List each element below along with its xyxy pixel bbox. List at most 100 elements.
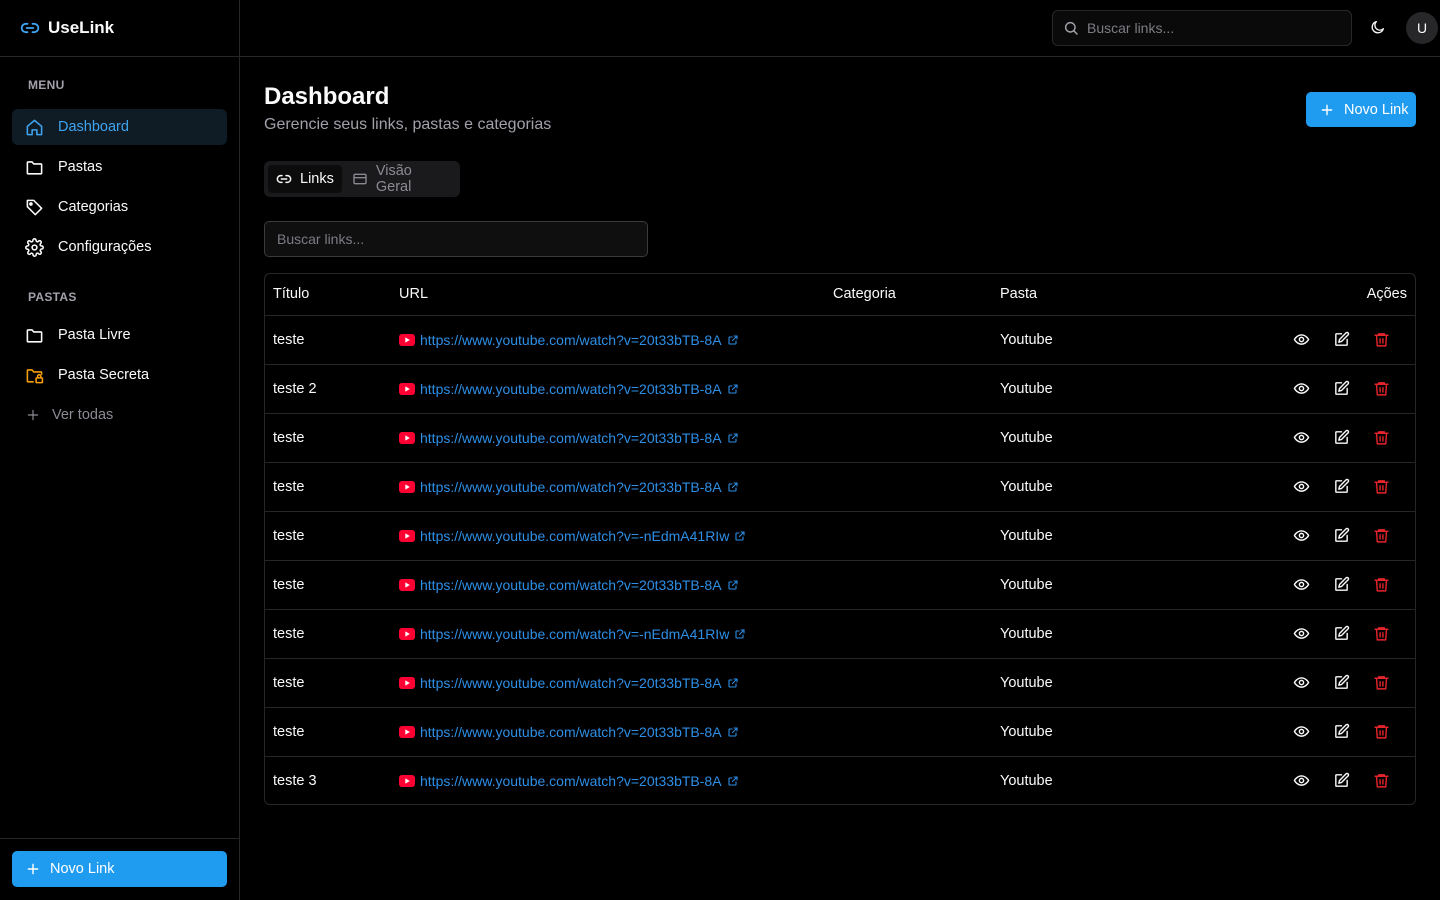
edit-icon[interactable] xyxy=(1331,624,1351,644)
eye-icon[interactable] xyxy=(1291,673,1311,693)
new-link-button[interactable]: Novo Link xyxy=(1306,92,1416,127)
links-filter[interactable] xyxy=(264,221,648,257)
link-url[interactable]: https://www.youtube.com/watch?v=20t33bTB… xyxy=(420,479,722,495)
sidebar-footer: Novo Link xyxy=(0,838,239,900)
sidebar-folder-pasta-livre[interactable]: Pasta Livre xyxy=(12,317,227,353)
trash-icon[interactable] xyxy=(1371,526,1391,546)
table-row: teste https://www.youtube.com/watch?v=-nE… xyxy=(265,609,1415,659)
edit-icon[interactable] xyxy=(1331,722,1351,742)
trash-icon[interactable] xyxy=(1371,771,1391,791)
eye-icon[interactable] xyxy=(1291,575,1311,595)
sidebar-folder-pasta-secreta[interactable]: Pasta Secreta xyxy=(12,357,227,393)
youtube-icon xyxy=(399,578,415,591)
link-url[interactable]: https://www.youtube.com/watch?v=-nEdmA41… xyxy=(420,626,729,642)
link-title: teste xyxy=(265,511,391,561)
tab-overview[interactable]: Visão Geral xyxy=(344,163,456,195)
link-title: teste xyxy=(265,609,391,659)
table-header-row: Título URL Categoria Pasta Ações xyxy=(265,274,1415,316)
youtube-icon xyxy=(399,529,415,542)
edit-icon[interactable] xyxy=(1331,428,1351,448)
eye-icon[interactable] xyxy=(1291,379,1311,399)
tab-links[interactable]: Links xyxy=(268,165,342,193)
row-actions xyxy=(1192,462,1415,512)
trash-icon[interactable] xyxy=(1371,330,1391,350)
links-table: Título URL Categoria Pasta Ações teste ht… xyxy=(264,273,1416,805)
brand[interactable]: UseLink xyxy=(0,0,239,57)
eye-icon[interactable] xyxy=(1291,526,1311,546)
column-header-actions: Ações xyxy=(1192,274,1415,316)
table-row: teste https://www.youtube.com/watch?v=-nE… xyxy=(265,511,1415,561)
edit-icon[interactable] xyxy=(1331,575,1351,595)
eye-icon[interactable] xyxy=(1291,771,1311,791)
link-url[interactable]: https://www.youtube.com/watch?v=20t33bTB… xyxy=(420,773,722,789)
link-url[interactable]: https://www.youtube.com/watch?v=20t33bTB… xyxy=(420,332,722,348)
edit-icon[interactable] xyxy=(1331,379,1351,399)
gear-icon xyxy=(24,237,44,257)
sidebar-item-dashboard[interactable]: Dashboard xyxy=(12,109,227,145)
url-cell: https://www.youtube.com/watch?v=20t33bTB… xyxy=(391,707,825,757)
home-icon xyxy=(24,117,44,137)
trash-icon[interactable] xyxy=(1371,477,1391,497)
link-url[interactable]: https://www.youtube.com/watch?v=20t33bTB… xyxy=(420,675,722,691)
page-subtitle: Gerencie seus links, pastas e categorias xyxy=(264,116,552,133)
column-header-folder: Pasta xyxy=(992,274,1192,316)
eye-icon[interactable] xyxy=(1291,624,1311,644)
table-row: teste 3 https://www.youtube.com/watch?v=2… xyxy=(265,756,1415,804)
eye-icon[interactable] xyxy=(1291,477,1311,497)
global-search[interactable] xyxy=(1052,10,1352,46)
link-category xyxy=(825,609,992,659)
link-url[interactable]: https://www.youtube.com/watch?v=-nEdmA41… xyxy=(420,528,729,544)
edit-icon[interactable] xyxy=(1331,330,1351,350)
link-category xyxy=(825,315,992,365)
sidebar-item-pastas[interactable]: Pastas xyxy=(12,149,227,185)
links-filter-input[interactable] xyxy=(277,231,647,247)
user-avatar[interactable]: U xyxy=(1406,12,1438,44)
search-input[interactable] xyxy=(1087,20,1351,36)
link-url[interactable]: https://www.youtube.com/watch?v=20t33bTB… xyxy=(420,430,722,446)
table-row: teste https://www.youtube.com/watch?v=20t… xyxy=(265,560,1415,610)
edit-icon[interactable] xyxy=(1331,526,1351,546)
trash-icon[interactable] xyxy=(1371,379,1391,399)
eye-icon[interactable] xyxy=(1291,722,1311,742)
url-cell: https://www.youtube.com/watch?v=20t33bTB… xyxy=(391,658,825,708)
eye-icon[interactable] xyxy=(1291,330,1311,350)
sidebar-item-categorias[interactable]: Categorias xyxy=(12,189,227,225)
link-folder: Youtube xyxy=(992,462,1192,512)
eye-icon[interactable] xyxy=(1291,428,1311,448)
link-url[interactable]: https://www.youtube.com/watch?v=20t33bTB… xyxy=(420,724,722,740)
link-title: teste 3 xyxy=(273,772,317,789)
trash-icon[interactable] xyxy=(1371,575,1391,595)
column-header-category: Categoria xyxy=(825,274,992,316)
theme-toggle-button[interactable] xyxy=(1366,15,1390,39)
youtube-icon xyxy=(399,480,415,493)
edit-icon[interactable] xyxy=(1331,673,1351,693)
trash-icon[interactable] xyxy=(1371,673,1391,693)
plus-icon xyxy=(1320,103,1334,117)
trash-icon[interactable] xyxy=(1371,428,1391,448)
edit-icon[interactable] xyxy=(1331,477,1351,497)
sidebar-item-configuracoes[interactable]: Configurações xyxy=(12,229,227,265)
link-url[interactable]: https://www.youtube.com/watch?v=20t33bTB… xyxy=(420,381,722,397)
trash-icon[interactable] xyxy=(1371,624,1391,644)
row-actions xyxy=(1192,315,1415,365)
table-row: teste https://www.youtube.com/watch?v=20t… xyxy=(265,462,1415,512)
moon-icon xyxy=(1370,19,1386,35)
external-link-icon xyxy=(727,579,739,591)
sidebar-new-link-button[interactable]: Novo Link xyxy=(12,851,227,887)
link-folder: Youtube xyxy=(992,364,1192,414)
page-title: Dashboard xyxy=(264,83,390,110)
url-cell: https://www.youtube.com/watch?v=20t33bTB… xyxy=(391,462,825,512)
tab-label: Links xyxy=(300,171,334,187)
see-all-folders[interactable]: Ver todas xyxy=(12,397,227,433)
new-link-label: Novo Link xyxy=(50,861,115,877)
link-url[interactable]: https://www.youtube.com/watch?v=20t33bTB… xyxy=(420,577,722,593)
link-folder: Youtube xyxy=(992,707,1192,757)
youtube-icon xyxy=(399,774,415,787)
tab-label: Visão Geral xyxy=(375,163,412,195)
external-link-icon xyxy=(727,677,739,689)
edit-icon[interactable] xyxy=(1331,771,1351,791)
external-link-icon xyxy=(727,481,739,493)
link-category xyxy=(825,560,992,610)
row-actions xyxy=(1192,413,1415,463)
trash-icon[interactable] xyxy=(1371,722,1391,742)
